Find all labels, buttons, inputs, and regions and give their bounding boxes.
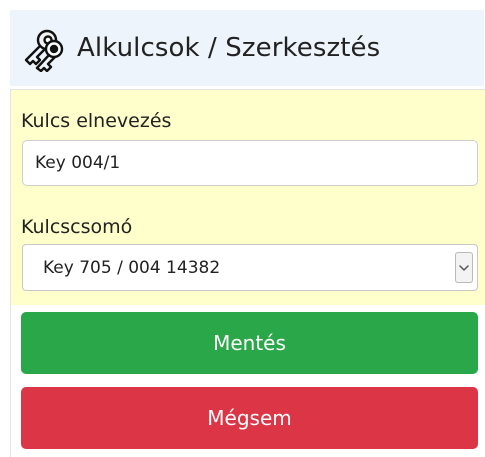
save-button[interactable]: Mentés <box>21 312 478 374</box>
form-fields-section: Kulcs elnevezés Key 004/1 Kulcscsomó Key… <box>11 90 485 305</box>
chevron-down-icon[interactable] <box>455 252 473 283</box>
edit-form: Kulcs elnevezés Key 004/1 Kulcscsomó Key… <box>10 89 485 457</box>
key-ring-label: Kulcscsomó <box>21 216 133 238</box>
key-name-label: Kulcs elnevezés <box>21 110 172 132</box>
key-edit-page: Alkulcsok / Szerkesztés Kulcs elnevezés … <box>0 0 485 457</box>
page-header: Alkulcsok / Szerkesztés <box>10 10 484 86</box>
page-title: Alkulcsok / Szerkesztés <box>77 33 381 63</box>
key-ring-selected-value: Key 705 / 004 14382 <box>43 257 221 278</box>
key-ring-select[interactable]: Key 705 / 004 14382 <box>22 244 478 291</box>
cancel-button[interactable]: Mégsem <box>21 387 478 449</box>
key-name-input[interactable]: Key 004/1 <box>22 140 478 186</box>
keys-icon <box>19 24 67 72</box>
